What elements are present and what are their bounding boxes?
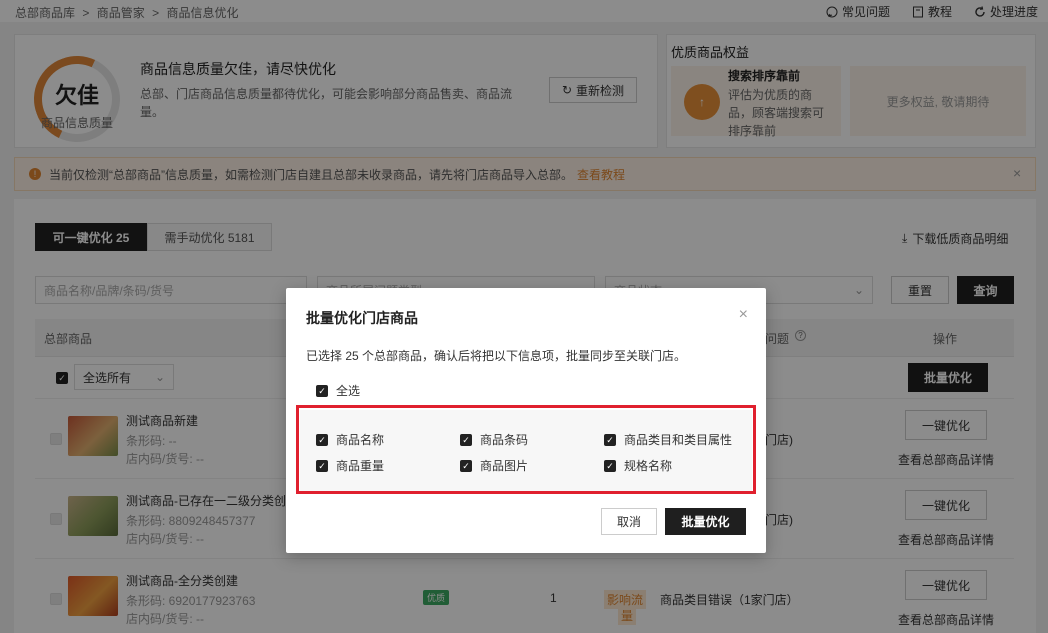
- close-icon[interactable]: ×: [739, 306, 748, 324]
- modal-select-all[interactable]: ✓ 全选: [316, 382, 360, 399]
- confirm-batch-optimize-button[interactable]: 批量优化: [665, 508, 746, 535]
- modal-title: 批量优化门店商品: [306, 310, 418, 326]
- modal-description: 已选择 25 个总部商品，确认后将把以下信息项，批量同步至关联门店。: [306, 349, 687, 363]
- modal-select-all-label: 全选: [336, 384, 361, 398]
- highlight-frame: [296, 405, 756, 494]
- checkbox-checked-icon: ✓: [316, 384, 328, 397]
- cancel-button[interactable]: 取消: [601, 508, 657, 535]
